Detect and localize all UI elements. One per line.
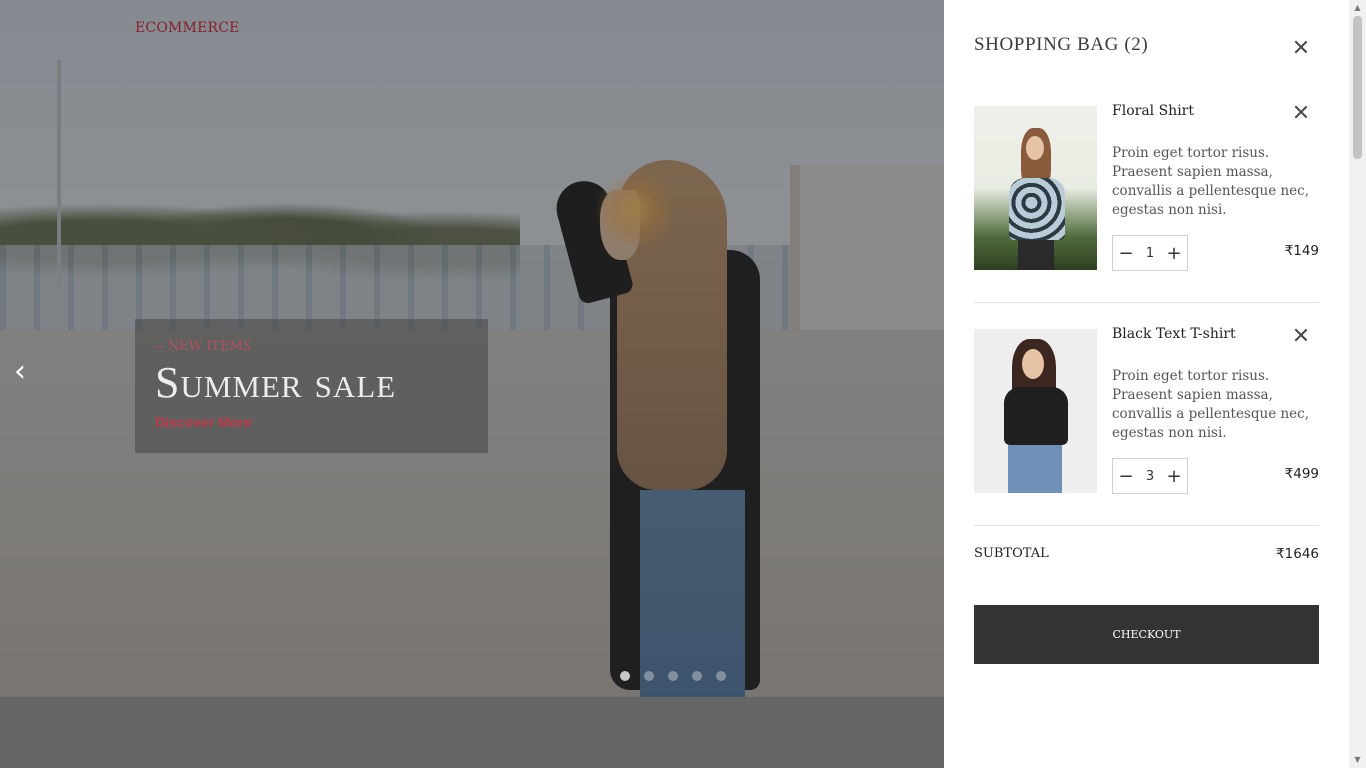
page-scrollbar[interactable]: ▲ ▼ (1349, 0, 1366, 768)
site-logo[interactable]: ECOMMERCE (135, 20, 240, 36)
shopping-bag-drawer: SHOPPING BAG (2) Floral Shirt Proin eget… (944, 0, 1349, 768)
hero-tag: -- NEW ITEMS (155, 339, 252, 354)
scroll-thumb[interactable] (1353, 16, 1362, 159)
subtotal-value: ₹1646 (1276, 546, 1319, 562)
product-price: ₹149 (1284, 243, 1319, 259)
slider-dot[interactable] (668, 671, 678, 681)
product-description: Proin eget tortor risus. Praesent sapien… (1112, 145, 1310, 218)
product-name[interactable]: Black Text T-shirt (1112, 326, 1236, 342)
plus-icon[interactable]: + (1161, 236, 1187, 270)
slider-dot[interactable] (644, 671, 654, 681)
cart-item: Black Text T-shirt Proin eget tortor ris… (974, 326, 1319, 526)
scroll-down-icon[interactable]: ▼ (1353, 755, 1362, 764)
product-price: ₹499 (1284, 466, 1319, 482)
minus-icon[interactable]: − (1113, 459, 1139, 493)
quantity-value[interactable]: 3 (1139, 469, 1161, 484)
product-image[interactable] (974, 329, 1097, 493)
image-model-legs (1018, 240, 1054, 270)
drawer-title: SHOPPING BAG (2) (974, 34, 1149, 55)
close-drawer-icon[interactable] (1289, 35, 1313, 59)
remove-item-icon[interactable] (1289, 100, 1313, 124)
slider-prev-icon[interactable]: ‹ (14, 355, 40, 389)
cart-item: Floral Shirt Proin eget tortor risus. Pr… (974, 103, 1319, 303)
hero-title: Summer sale (155, 358, 397, 407)
product-name[interactable]: Floral Shirt (1112, 103, 1194, 119)
plus-icon[interactable]: + (1161, 459, 1187, 493)
product-image[interactable] (974, 106, 1097, 270)
subtotal-label: SUBTOTAL (974, 546, 1049, 561)
slider-dots (620, 671, 726, 681)
minus-icon[interactable]: − (1113, 236, 1139, 270)
checkout-button[interactable]: CHECKOUT (974, 605, 1319, 664)
image-model-face (1022, 349, 1044, 379)
image-model-jeans (1008, 445, 1062, 493)
product-description: Proin eget tortor risus. Praesent sapien… (1112, 368, 1310, 441)
slider-dot[interactable] (692, 671, 702, 681)
hero-caption: -- NEW ITEMS Summer sale Discover More (135, 319, 488, 453)
slider-dot[interactable] (620, 671, 630, 681)
slider-dot[interactable] (716, 671, 726, 681)
quantity-stepper: − 3 + (1112, 458, 1188, 494)
remove-item-icon[interactable] (1289, 323, 1313, 347)
quantity-value[interactable]: 1 (1139, 246, 1161, 261)
image-model-face (1026, 136, 1044, 160)
image-floral-shirt (1009, 178, 1065, 240)
image-black-tshirt (1004, 387, 1068, 445)
quantity-stepper: − 1 + (1112, 235, 1188, 271)
discover-more-link[interactable]: Discover More (155, 414, 251, 430)
scroll-up-icon[interactable]: ▲ (1353, 3, 1362, 12)
